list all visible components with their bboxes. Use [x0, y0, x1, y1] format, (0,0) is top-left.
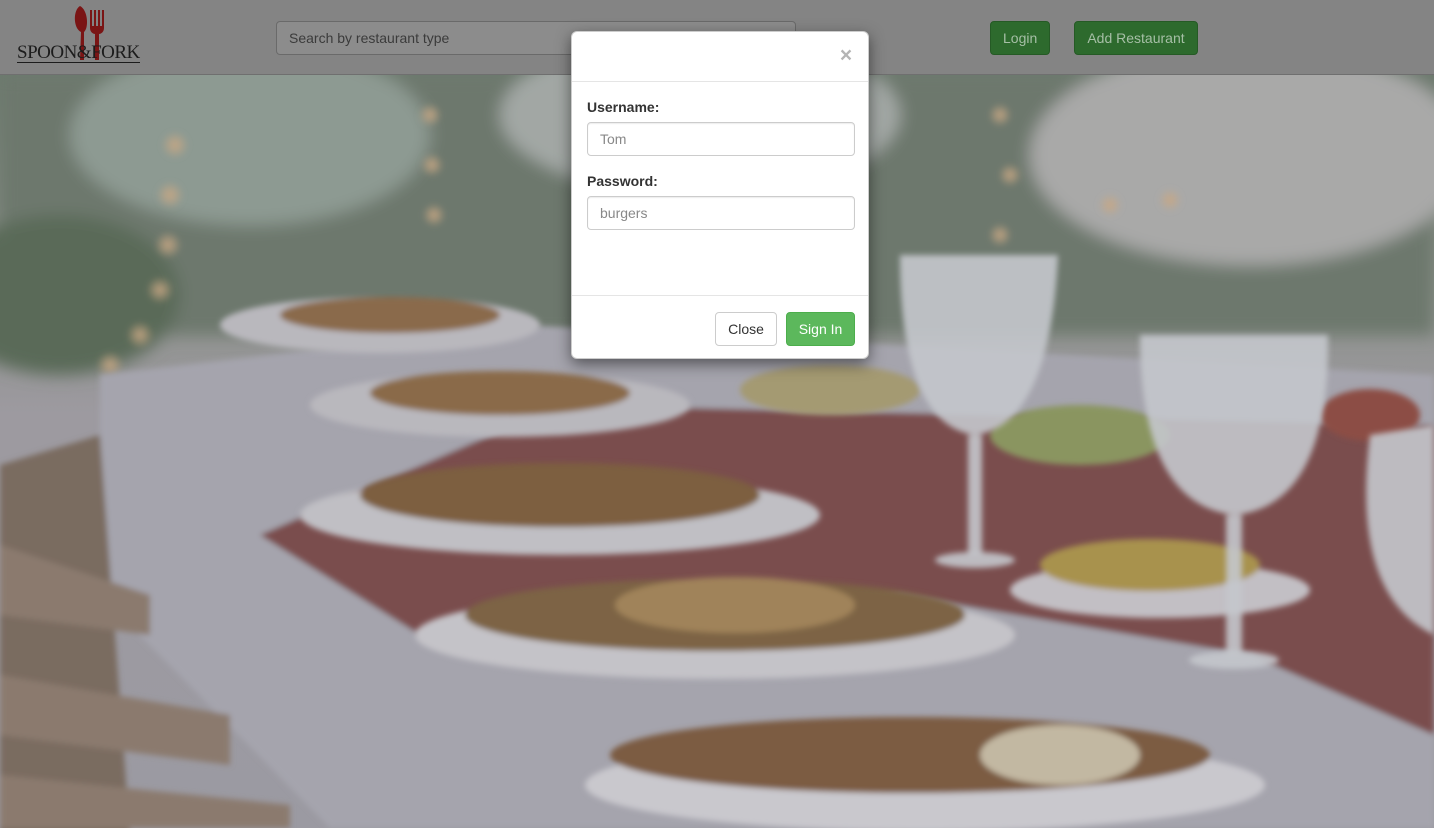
modal-footer: Close Sign In: [572, 295, 868, 359]
username-label: Username:: [587, 99, 660, 115]
login-button[interactable]: Login: [990, 21, 1050, 55]
close-icon[interactable]: ×: [838, 45, 854, 66]
close-button[interactable]: Close: [715, 312, 777, 346]
modal-header: ×: [572, 32, 868, 82]
username-field[interactable]: [587, 122, 855, 156]
add-restaurant-button[interactable]: Add Restaurant: [1074, 21, 1198, 55]
sign-in-button[interactable]: Sign In: [786, 312, 855, 346]
password-label: Password:: [587, 173, 658, 189]
logo-text: SPOON&FORK: [17, 42, 140, 63]
login-modal: × Username: Password: Close Sign In: [571, 31, 869, 359]
password-field[interactable]: [587, 196, 855, 230]
logo[interactable]: SPOON&FORK: [16, 4, 161, 66]
